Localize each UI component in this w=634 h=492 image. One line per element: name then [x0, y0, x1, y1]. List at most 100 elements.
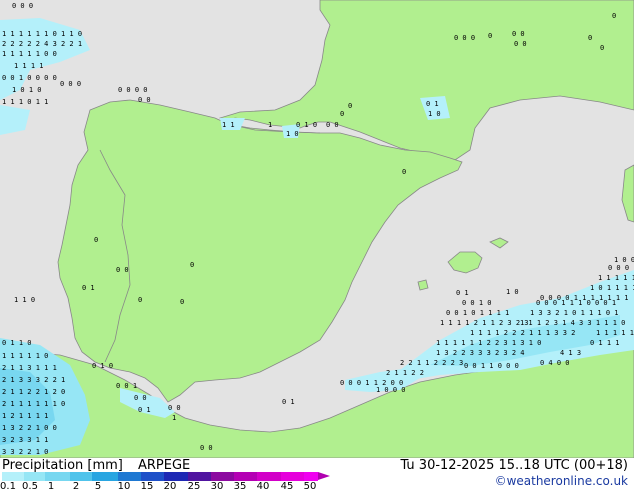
- svg-text:0 0 1 0: 0 0 1 0: [462, 299, 492, 307]
- svg-text:0: 0: [340, 110, 344, 118]
- svg-text:0 0: 0 0: [200, 444, 213, 452]
- svg-text:0 0 1 1 0 0 0: 0 0 1 1 0 0 0: [464, 362, 519, 370]
- svg-text:1: 1: [172, 414, 176, 422]
- svg-text:0 0: 0 0: [168, 404, 181, 412]
- svg-text:0: 0: [588, 34, 592, 42]
- scale-swatch: [2, 472, 24, 481]
- scale-swatch: [70, 472, 92, 481]
- scale-tick-label: 2: [72, 481, 80, 492]
- credit-link[interactable]: ©weatheronline.co.uk: [495, 474, 628, 488]
- scale-swatch: [234, 472, 257, 481]
- svg-text:0 1: 0 1: [426, 100, 439, 108]
- svg-text:0: 0: [138, 296, 142, 304]
- svg-text:0 0: 0 0: [134, 394, 147, 402]
- svg-text:0 1: 0 1: [82, 284, 95, 292]
- svg-text:0: 0: [612, 12, 616, 20]
- svg-text:1 3 2 2 3 3 3 2 3 2 4: 1 3 2 2 3 3 3 2 3 2 4: [436, 349, 525, 357]
- svg-text:1 1 1 1: 1 1 1 1: [14, 62, 44, 70]
- svg-text:0 0 0: 0 0 0: [454, 34, 475, 42]
- svg-text:1 1 1 1 2 2 2 1 1 1 3 3 2: 1 1 1 1 2 2 2 1 1 1 3 3 2: [470, 329, 575, 337]
- svg-text:0: 0: [190, 261, 194, 269]
- svg-text:1 2 1 1 1 1: 1 2 1 1 1 1: [2, 412, 48, 420]
- svg-text:1 1 1 0 1 1: 1 1 1 0 1 1: [2, 98, 48, 106]
- svg-text:1 0 0 1: 1 0 0 1: [614, 256, 634, 264]
- svg-text:0 0 0: 0 0 0: [12, 2, 33, 10]
- model-name: ARPEGE: [138, 458, 191, 473]
- svg-text:0 0: 0 0: [116, 266, 129, 274]
- scale-swatch: [141, 472, 164, 481]
- scale-tick-label: 15: [140, 481, 154, 492]
- svg-text:0: 0: [600, 44, 604, 52]
- scale-tick-label: 20: [163, 481, 177, 492]
- svg-text:0 1 0: 0 1 0: [296, 121, 317, 129]
- svg-text:0 0 0 1: 0 0 0 1: [608, 264, 634, 272]
- svg-text:1 1 1 1 1 1 2 2 3 1 3 1 0: 1 1 1 1 1 1 2 2 3 1 3 1 0: [436, 339, 541, 347]
- svg-text:1 0 1 0: 1 0 1 0: [12, 86, 42, 94]
- svg-text:0: 0: [94, 236, 98, 244]
- scale-swatch: [211, 472, 234, 481]
- scale-tick-label: 25: [187, 481, 201, 492]
- scale-swatch: [164, 472, 188, 481]
- svg-text:2 2 2 2 2 4 3 2 2 1: 2 2 2 2 2 4 3 2 2 1: [2, 40, 82, 48]
- svg-text:0 0 1 0 1 1 1 1: 0 0 1 0 1 1 1 1: [446, 309, 509, 317]
- svg-text:0 0: 0 0: [514, 40, 527, 48]
- svg-text:4 1 3: 4 1 3: [560, 349, 581, 357]
- scale-tick-label: 45: [280, 481, 294, 492]
- scale-arrow-icon: [318, 472, 330, 480]
- svg-text:0 1 1 1: 0 1 1 1: [590, 339, 620, 347]
- precipitation-title: Precipitation [mm]: [2, 458, 123, 473]
- svg-text:3 3 2 2 1 0: 3 3 2 2 1 0: [2, 448, 48, 456]
- svg-text:1 1 1 1 1: 1 1 1 1 1: [598, 274, 634, 282]
- scale-swatch: [257, 472, 281, 481]
- scale-tick-label: 50: [303, 481, 317, 492]
- svg-text:1 0 0 0: 1 0 0 0: [376, 386, 406, 394]
- scale-tick-label: 40: [256, 481, 270, 492]
- svg-text:0 0: 0 0: [138, 96, 151, 104]
- scale-tick-label: 0.5: [22, 481, 38, 492]
- svg-text:0 0: 0 0: [512, 30, 525, 38]
- svg-text:0 1: 0 1: [138, 406, 151, 414]
- scale-swatch: [188, 472, 211, 481]
- svg-text:3 2 3 3 1 1: 3 2 3 3 1 1: [2, 436, 48, 444]
- svg-text:0: 0: [402, 168, 406, 176]
- svg-text:0 1 1 0: 0 1 1 0: [2, 339, 32, 347]
- svg-text:1 1 1 1 1 0 0: 1 1 1 1 1 0 0: [2, 50, 57, 58]
- scale-swatch: [45, 472, 70, 481]
- svg-text:1 0: 1 0: [286, 130, 299, 138]
- svg-text:0 1: 0 1: [282, 398, 295, 406]
- scale-swatch: [118, 472, 141, 481]
- scale-tick-label: 30: [210, 481, 224, 492]
- legend-bar: Precipitation [mm] ARPEGE Tu 30-12-2025 …: [0, 458, 634, 492]
- svg-text:1 3 3 2 1 0 1 1 1 0 1: 1 3 3 2 1 0 1 1 1 0 1: [530, 309, 619, 317]
- svg-text:2 1 1 3 1 1 1: 2 1 1 3 1 1 1: [2, 364, 57, 372]
- svg-text:1 0: 1 0: [506, 288, 519, 296]
- scale-swatch: [281, 472, 304, 481]
- svg-text:0 1: 0 1: [456, 289, 469, 297]
- scale-swatch: [92, 472, 118, 481]
- svg-text:0 0 1: 0 0 1: [116, 382, 137, 390]
- ibiza-land: [417, 279, 429, 291]
- svg-text:0 0 0 0 1 1 1 1 1 1 1: 0 0 0 0 1 1 1 1 1 1 1: [540, 294, 629, 302]
- scale-swatch: [24, 472, 45, 481]
- svg-text:1 3 2 2 1 0 0: 1 3 2 2 1 0 0: [2, 424, 57, 432]
- svg-text:1 0: 1 0: [428, 110, 441, 118]
- svg-text:0 4 0 0: 0 4 0 0: [540, 359, 570, 367]
- svg-text:1 1 1 1 1: 1 1 1 1 1: [596, 329, 634, 337]
- scale-tick-label: 0.1: [0, 481, 16, 492]
- svg-text:1: 1: [268, 121, 272, 129]
- valid-time: Tu 30-12-2025 15..18 UTC (00+18): [400, 458, 628, 473]
- svg-text:0 0 0 0: 0 0 0 0: [118, 86, 148, 94]
- svg-text:1 1: 1 1: [222, 121, 235, 129]
- svg-text:1 1 1 2 3 1 4 3 3 1 1 1 0: 1 1 1 2 3 1 4 3 3 1 1 1 0: [520, 319, 625, 327]
- svg-text:1 0 1 1 1 1 1: 1 0 1 1 1 1 1: [590, 284, 634, 292]
- svg-text:1 1 1 1 1 0: 1 1 1 1 1 0: [2, 352, 48, 360]
- scale-tick-label: 10: [117, 481, 131, 492]
- svg-text:0 0: 0 0: [326, 121, 339, 129]
- svg-text:0 1 0: 0 1 0: [92, 362, 113, 370]
- svg-text:2 1 1 1 1 1 1 0: 2 1 1 1 1 1 1 0: [2, 400, 65, 408]
- scale-tick-label: 35: [233, 481, 247, 492]
- svg-text:2 1 1 2 2: 2 1 1 2 2: [386, 369, 424, 377]
- svg-text:0 0 1 0 0 0 0: 0 0 1 0 0 0 0: [2, 74, 57, 82]
- svg-text:1 1 1 1 1 1 0 1 1 0: 1 1 1 1 1 1 0 1 1 0: [2, 30, 82, 38]
- color-scale: [2, 472, 318, 481]
